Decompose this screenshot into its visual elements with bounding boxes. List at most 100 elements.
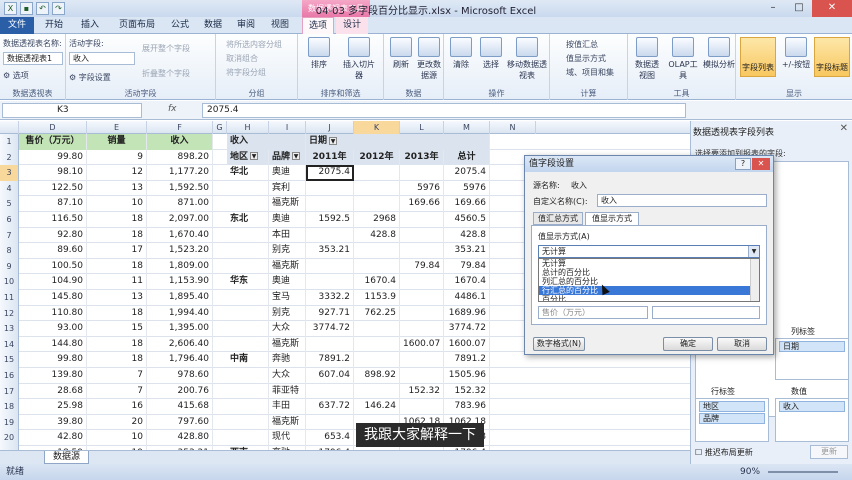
pivot-brand-cell[interactable]: 福克斯 (269, 196, 306, 212)
number-format-button[interactable]: 数字格式(N) (533, 337, 585, 351)
cell[interactable]: 12 (87, 165, 147, 181)
column-field-chip[interactable]: 日期 (779, 341, 845, 352)
pivot-value-cell[interactable] (306, 196, 354, 212)
refresh-button[interactable]: 刷新 (386, 37, 416, 70)
cell[interactable]: 104.90 (19, 274, 87, 290)
pivot-region-cell[interactable]: 中南 (227, 352, 269, 368)
close-icon[interactable]: ✕ (840, 123, 848, 134)
row-header[interactable]: 7 (0, 227, 19, 244)
column-header-e[interactable]: E (87, 121, 147, 134)
cell[interactable]: 1,592.50 (147, 180, 213, 197)
column-header-cell[interactable]: 售价（万元） (19, 134, 87, 150)
pivot-value-cell[interactable] (306, 227, 354, 244)
pivot-region-cell[interactable] (227, 430, 269, 446)
pivot-value-cell[interactable]: 1592.5 (306, 212, 354, 228)
plus-minus-buttons-button[interactable]: +/-按钮 (780, 37, 812, 70)
tab-page-layout[interactable]: 页面布局 (112, 17, 162, 34)
pivot-brand-cell[interactable]: 丰田 (269, 399, 306, 415)
change-source-button[interactable]: 更改数据源 (414, 37, 444, 81)
tab-view[interactable]: 视图 (264, 17, 296, 34)
pivot-value-cell[interactable]: 762.25 (354, 305, 400, 322)
cell[interactable]: 18 (87, 227, 147, 244)
cell[interactable]: 39.80 (19, 414, 87, 431)
cell[interactable]: 7 (87, 368, 147, 384)
value-field-chip[interactable]: 收入 (779, 401, 845, 412)
pivot-region-cell[interactable] (227, 180, 269, 197)
pivot-brand-cell[interactable]: 奥迪 (269, 212, 306, 228)
pivot-column-label[interactable]: 日期 ▼ (306, 134, 490, 150)
pivot-brand-cell[interactable]: 别克 (269, 305, 306, 322)
pivot-value-cell[interactable]: 5976 (444, 180, 490, 197)
row-header[interactable]: 12 (0, 305, 19, 322)
pivot-value-cell[interactable]: 79.84 (400, 258, 444, 275)
pivot-region-cell[interactable]: 华北 (227, 165, 269, 181)
tab-show-values-as[interactable]: 值显示方式 (585, 212, 639, 225)
row-header[interactable]: 17 (0, 383, 19, 400)
pivot-brand-cell[interactable]: 菲亚特 (269, 383, 306, 400)
pivot-value-cell[interactable] (400, 352, 444, 368)
pivot-brand-cell[interactable]: 奥迪 (269, 165, 306, 181)
collapse-field-button[interactable]: 折叠整个字段 (142, 68, 190, 79)
column-header-j[interactable]: J (306, 121, 354, 134)
row-header[interactable]: 18 (0, 399, 19, 415)
pivot-year-header[interactable]: 2012年 (354, 149, 400, 166)
pivot-value-cell[interactable] (400, 368, 444, 384)
cell[interactable]: 89.60 (19, 243, 87, 259)
active-field-input[interactable]: 收入 (69, 52, 135, 65)
pivot-value-cell[interactable] (306, 336, 354, 353)
pivot-brand-cell[interactable]: 奔驰 (269, 352, 306, 368)
pivot-value-cell[interactable]: 7891.2 (444, 352, 490, 368)
sheet-tab-data-source[interactable]: 数据源 (44, 451, 90, 464)
pivot-brand-cell[interactable]: 别克 (269, 243, 306, 259)
column-header-l[interactable]: L (400, 121, 444, 134)
cell[interactable]: 42.80 (19, 430, 87, 446)
column-header-f[interactable]: F (147, 121, 213, 134)
row-field-chip[interactable]: 品牌 (699, 413, 765, 424)
tab-data[interactable]: 数据 (198, 17, 228, 34)
pivot-value-cell[interactable]: 1670.4 (444, 274, 490, 290)
cell[interactable]: 20 (87, 414, 147, 431)
show-values-option[interactable]: 总计的百分比 (539, 268, 759, 277)
cell[interactable]: 18 (87, 258, 147, 275)
cell[interactable]: 2,097.00 (147, 212, 213, 228)
pivot-value-cell[interactable] (400, 290, 444, 306)
pivot-value-cell[interactable]: 1153.9 (354, 290, 400, 306)
move-pivot-button[interactable]: 移动数据透视表 (506, 37, 548, 81)
formula-input[interactable]: 2075.4 (202, 103, 686, 118)
pivot-value-cell[interactable]: 2075.4 (444, 165, 490, 181)
clear-button[interactable]: 清除 (446, 37, 476, 70)
cell[interactable]: 415.68 (147, 399, 213, 415)
cell[interactable]: 98.10 (19, 165, 87, 181)
select-all-corner[interactable] (0, 121, 19, 134)
pivot-value-cell[interactable] (400, 305, 444, 322)
column-header-cell[interactable]: 销量 (87, 134, 147, 150)
pivot-options-button[interactable]: ⚙ 选项 (3, 70, 29, 81)
pivot-value-cell[interactable] (306, 414, 354, 431)
pivot-brand-cell[interactable]: 宾利 (269, 180, 306, 197)
pivot-row-field-brand[interactable]: 品牌 ▼ (269, 149, 306, 166)
tab-home[interactable]: 开始 (38, 17, 70, 34)
pivot-value-cell[interactable] (354, 180, 400, 197)
filter-dropdown-icon[interactable]: ▼ (292, 152, 301, 161)
pivot-region-cell[interactable] (227, 305, 269, 322)
pivot-year-header[interactable]: 总计 (444, 149, 490, 166)
pivot-region-cell[interactable] (227, 336, 269, 353)
tab-insert[interactable]: 插入 (72, 17, 108, 34)
pivot-name-input[interactable]: 数据透视表1 (3, 52, 63, 65)
pivot-value-cell[interactable]: 1689.96 (444, 305, 490, 322)
pivot-value-cell[interactable]: 783.96 (444, 399, 490, 415)
cell[interactable]: 428.80 (147, 430, 213, 446)
cell[interactable]: 92.80 (19, 227, 87, 244)
pivot-brand-cell[interactable]: 奥迪 (269, 274, 306, 290)
column-header-m[interactable]: M (444, 121, 490, 134)
column-header-h[interactable]: H (227, 121, 269, 134)
sort-button[interactable]: 排序 (304, 37, 334, 70)
tab-summarize-by[interactable]: 值汇总方式 (533, 212, 583, 225)
pivot-value-cell[interactable]: 152.32 (444, 383, 490, 400)
cell[interactable]: 11 (87, 274, 147, 290)
filter-dropdown-icon[interactable]: ▼ (329, 136, 338, 145)
cell[interactable]: 25.98 (19, 399, 87, 415)
pivot-value-cell[interactable]: 3774.72 (306, 321, 354, 337)
pivot-value-cell[interactable]: 653.4 (306, 430, 354, 446)
cell[interactable]: 200.76 (147, 383, 213, 400)
